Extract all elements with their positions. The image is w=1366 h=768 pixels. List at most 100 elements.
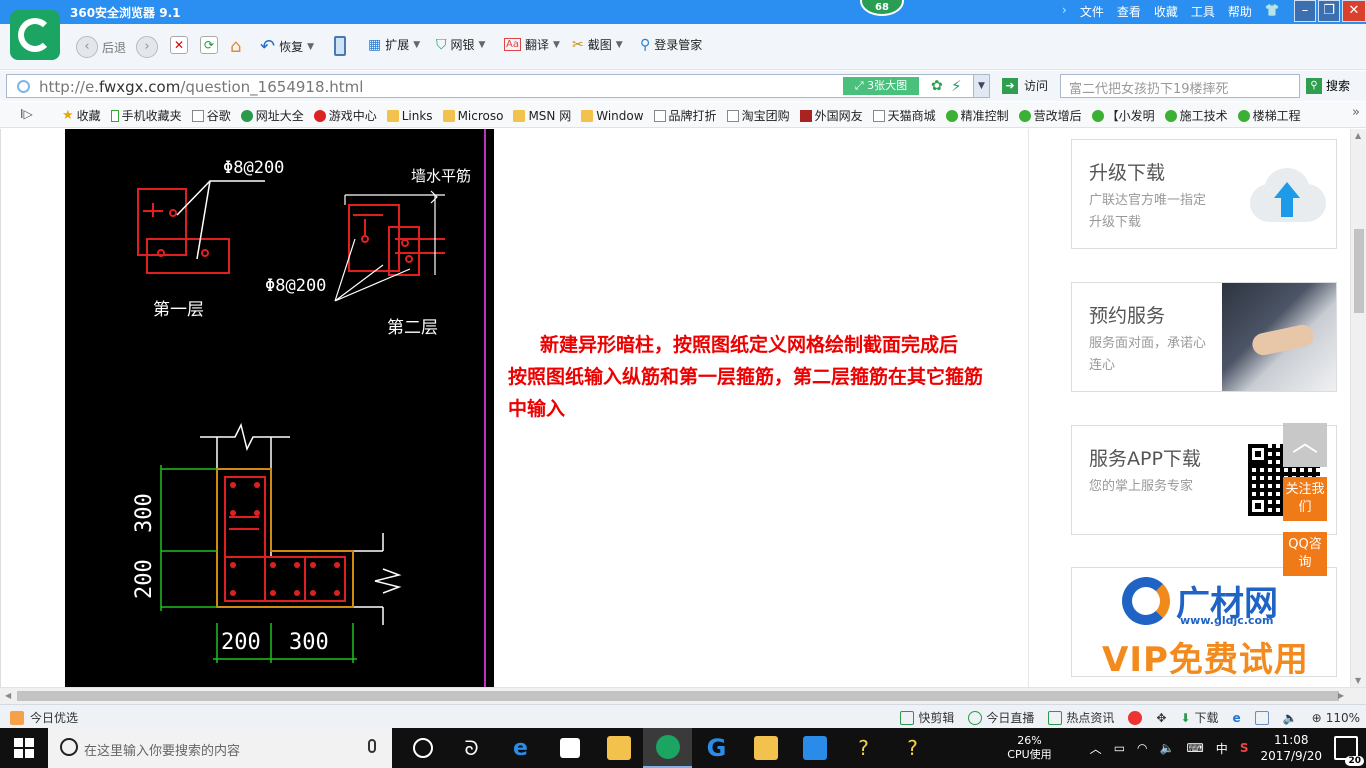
- minimize-button[interactable]: –: [1294, 0, 1316, 22]
- bookmark-item[interactable]: 淘宝团购: [726, 107, 790, 124]
- gldjc-vip-card[interactable]: 广材网 www.gldjc.com VIP免费试用: [1071, 567, 1337, 677]
- vertical-scrollbar[interactable]: ▲ ▼: [1350, 129, 1366, 687]
- browser-360-button[interactable]: [643, 728, 692, 768]
- bookmark-item[interactable]: 谷歌: [191, 107, 231, 124]
- app-launcher-button[interactable]: ᘐ: [447, 728, 496, 768]
- skin-icon[interactable]: 👕: [1265, 3, 1280, 20]
- bookmark-item[interactable]: 营改增后: [1018, 107, 1082, 124]
- scroll-left-icon[interactable]: ◀: [5, 691, 11, 700]
- close-button[interactable]: ✕: [1342, 0, 1366, 22]
- scroll-up-icon[interactable]: ▲: [1355, 131, 1361, 140]
- menu-help[interactable]: 帮助: [1228, 3, 1252, 20]
- bookmark-item[interactable]: 外国网友: [799, 107, 863, 124]
- bookmark-item[interactable]: 精准控制: [945, 107, 1009, 124]
- zoom-control[interactable]: ⊕ 110%: [1312, 711, 1360, 725]
- bookmark-item[interactable]: ★ 收藏: [62, 107, 101, 124]
- health-button[interactable]: [1128, 710, 1143, 725]
- screenshot-button[interactable]: ✂ 截图 ▼: [572, 36, 623, 53]
- back-button[interactable]: ‹ 后退: [76, 36, 126, 58]
- chevron-right-icon[interactable]: ›: [1062, 3, 1067, 20]
- windows-start-icon[interactable]: [14, 738, 34, 758]
- scroll-thumb[interactable]: [1354, 229, 1364, 313]
- help-doc2-button[interactable]: ?: [888, 728, 937, 768]
- scroll-right-icon[interactable]: ▶: [1338, 691, 1344, 700]
- more-bookmarks-icon[interactable]: »: [1352, 105, 1360, 120]
- notification-center-icon[interactable]: 20: [1334, 736, 1364, 766]
- qq-consult-button[interactable]: QQ咨询: [1283, 532, 1327, 576]
- sidebar-toggle-icon[interactable]: I▷: [20, 107, 33, 121]
- bookmark-item[interactable]: 天猫商城: [872, 107, 936, 124]
- ie-button[interactable]: e: [1233, 711, 1241, 725]
- clock[interactable]: 11:08 2017/9/20: [1260, 732, 1322, 764]
- forward-button[interactable]: ›: [136, 36, 158, 58]
- follow-us-button[interactable]: 关注我们: [1283, 477, 1327, 521]
- transfer-button[interactable]: [790, 728, 839, 768]
- window-button[interactable]: [1254, 710, 1269, 725]
- extend-button[interactable]: ▦ 扩展 ▼: [368, 36, 420, 53]
- upgrade-download-card[interactable]: 升级下载 广联达官方唯一指定升级下载: [1071, 139, 1337, 249]
- menu-favorites[interactable]: 收藏: [1154, 3, 1178, 20]
- news-button[interactable]: 热点资讯: [1048, 709, 1114, 726]
- chevron-up-icon[interactable]: ︿: [1090, 740, 1102, 757]
- browser-logo[interactable]: [10, 10, 60, 60]
- appointment-service-card[interactable]: 预约服务 服务面对面，承诺心连心: [1071, 282, 1337, 392]
- compat-mode-icon[interactable]: ✿: [931, 78, 943, 94]
- scroll-thumb[interactable]: [17, 691, 1339, 701]
- menu-file[interactable]: 文件: [1080, 3, 1104, 20]
- bookmark-item[interactable]: 楼梯工程: [1237, 107, 1301, 124]
- scroll-down-icon[interactable]: ▼: [1355, 676, 1361, 685]
- live-button[interactable]: 今日直播: [968, 709, 1034, 726]
- sogou-icon[interactable]: S: [1240, 741, 1249, 755]
- today-picks[interactable]: 今日优选: [10, 709, 78, 726]
- address-bar[interactable]: http://e.fwxgx.com/question_1654918.html…: [6, 74, 990, 98]
- home-button[interactable]: ⌂: [230, 36, 241, 57]
- cpu-usage[interactable]: 26% CPU使用: [1007, 734, 1051, 762]
- menu-tools[interactable]: 工具: [1191, 3, 1215, 20]
- bank-button[interactable]: ⛉ 网银 ▼: [436, 36, 485, 53]
- score-badge[interactable]: 68: [860, 0, 904, 16]
- refresh-button[interactable]: ⟳: [200, 36, 218, 54]
- bookmark-item[interactable]: 施工技术: [1164, 107, 1228, 124]
- ime-indicator[interactable]: 中: [1216, 740, 1228, 757]
- volume-button[interactable]: 🔈: [1283, 711, 1298, 725]
- help-doc-button[interactable]: ?: [839, 728, 888, 768]
- bookmark-item[interactable]: Links: [386, 107, 433, 124]
- task-view-button[interactable]: [398, 728, 447, 768]
- bookmark-item[interactable]: 网址大全: [240, 107, 304, 124]
- visit-button[interactable]: ➜ 访问: [1002, 77, 1048, 94]
- back-to-top-button[interactable]: ︿: [1283, 423, 1327, 467]
- translate-button[interactable]: Aa 翻译 ▼: [504, 36, 560, 53]
- notes-button[interactable]: [741, 728, 790, 768]
- volume-icon[interactable]: 🔈: [1160, 741, 1175, 755]
- bookmark-item[interactable]: 【小发明: [1091, 107, 1155, 124]
- restore-button[interactable]: ↶ 恢复 ▼: [260, 36, 314, 57]
- search-button[interactable]: ⚲ 搜索: [1306, 77, 1350, 94]
- maximize-button[interactable]: ❐: [1318, 0, 1340, 22]
- keyboard-icon[interactable]: ⌨: [1186, 741, 1203, 755]
- stop-button[interactable]: ✕: [170, 36, 188, 54]
- mobile-button[interactable]: [334, 36, 346, 56]
- bookmark-item[interactable]: Window: [581, 107, 644, 124]
- microphone-icon[interactable]: [368, 739, 376, 753]
- download-button[interactable]: ⬇ 下载: [1180, 709, 1218, 726]
- taskbar-search[interactable]: 在这里输入你要搜索的内容: [48, 728, 392, 768]
- battery-icon[interactable]: ▭: [1114, 741, 1125, 755]
- url-text[interactable]: http://e.fwxgx.com/question_1654918.html: [39, 78, 363, 96]
- big-image-button[interactable]: ⤢ 3张大图: [843, 77, 919, 95]
- glodon-button[interactable]: G: [692, 728, 741, 768]
- edge-button[interactable]: e: [496, 728, 545, 768]
- address-dropdown-icon[interactable]: ▼: [973, 75, 989, 97]
- wifi-icon[interactable]: ◠: [1137, 741, 1147, 755]
- horizontal-scrollbar[interactable]: ◀ ▶: [0, 687, 1366, 704]
- bookmark-item[interactable]: 手机收藏夹: [110, 107, 182, 124]
- quick-clip-button[interactable]: 快剪辑: [900, 709, 954, 726]
- explorer-button[interactable]: [594, 728, 643, 768]
- bookmark-item[interactable]: 品牌打折: [653, 107, 717, 124]
- pin-button[interactable]: ✥: [1156, 711, 1166, 725]
- store-button[interactable]: [545, 728, 594, 768]
- bookmark-item[interactable]: MSN 网: [513, 107, 571, 124]
- menu-view[interactable]: 查看: [1117, 3, 1141, 20]
- bookmark-item[interactable]: 游戏中心: [313, 107, 377, 124]
- bookmark-item[interactable]: Microso: [442, 107, 503, 124]
- login-manager-button[interactable]: ⚲ 登录管家: [640, 36, 702, 53]
